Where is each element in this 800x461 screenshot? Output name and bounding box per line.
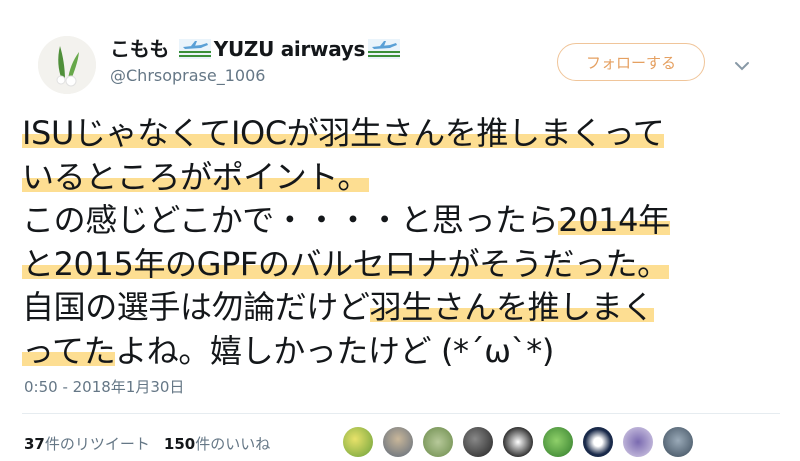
liker-avatar[interactable] bbox=[543, 427, 573, 457]
liker-avatar[interactable] bbox=[343, 427, 373, 457]
likers-avatars bbox=[343, 427, 693, 457]
tweet-timestamp[interactable]: 0:50 - 2018年1月30日 bbox=[24, 376, 184, 397]
tweet-line: この感じどこかで・・・・と思ったら2014年 bbox=[22, 201, 670, 239]
display-name-suffix: YUZU airways bbox=[213, 37, 366, 61]
highlighted-text: いるところがポイント。 bbox=[22, 157, 369, 196]
likes-count: 150 bbox=[163, 435, 196, 453]
retweets-count: 37 bbox=[24, 435, 45, 453]
retweets-label: 件のリツイート bbox=[44, 435, 150, 453]
liker-avatar[interactable] bbox=[503, 427, 533, 457]
display-name-text: こもも bbox=[110, 37, 170, 61]
follow-button-label: フォローする bbox=[585, 53, 676, 72]
retweets-stat[interactable]: 37件のリツイート bbox=[24, 435, 150, 453]
highlighted-text: 羽生さんを推しまく bbox=[369, 288, 655, 326]
highlighted-text: ISUじゃなくてIOCが羽生さんを推しまくって bbox=[22, 114, 665, 152]
liker-avatar[interactable] bbox=[383, 427, 413, 457]
tweet-line: ってたよね。嬉しかったけど (*´ω`*) bbox=[22, 331, 554, 370]
likes-label: 件のいいね bbox=[195, 435, 271, 453]
airplane-flag-icon bbox=[178, 39, 211, 64]
tweet-line: と2015年のGPFのバルセロナがそうだった。 bbox=[22, 243, 792, 287]
highlighted-text: 2014年 bbox=[558, 201, 670, 239]
liker-avatar[interactable] bbox=[663, 427, 693, 457]
tweet-stats: 37件のリツイート 150件のいいね bbox=[24, 433, 270, 454]
avatar[interactable] bbox=[38, 36, 96, 94]
avatar-leaf-icon bbox=[38, 36, 96, 94]
tweet-line: いるところがポイント。 bbox=[22, 156, 792, 200]
liker-avatar[interactable] bbox=[623, 427, 653, 457]
highlighted-text: ってた bbox=[22, 331, 116, 370]
highlighted-text: と2015年のGPFのバルセロナがそうだった。 bbox=[22, 244, 669, 283]
user-handle[interactable]: @Chrsoprase_1006 bbox=[110, 66, 265, 85]
tweet-text: ISUじゃなくてIOCが羽生さんを推しまくって いるところがポイント。 この感じ… bbox=[22, 112, 792, 373]
display-name[interactable]: こもも YUZU airways bbox=[110, 33, 403, 64]
likes-stat[interactable]: 150件のいいね bbox=[164, 435, 270, 453]
liker-avatar[interactable] bbox=[583, 427, 613, 457]
airplane-flag-icon bbox=[368, 39, 401, 64]
liker-avatar[interactable] bbox=[463, 427, 493, 457]
tweet-line: ISUじゃなくてIOCが羽生さんを推しまくって bbox=[22, 112, 792, 156]
follow-button[interactable]: フォローする bbox=[557, 43, 705, 81]
chevron-down-icon[interactable] bbox=[734, 56, 750, 75]
liker-avatar[interactable] bbox=[423, 427, 453, 457]
divider bbox=[22, 413, 780, 414]
tweet-line: 自国の選手は勿論だけど羽生さんを推しまく bbox=[22, 288, 655, 326]
